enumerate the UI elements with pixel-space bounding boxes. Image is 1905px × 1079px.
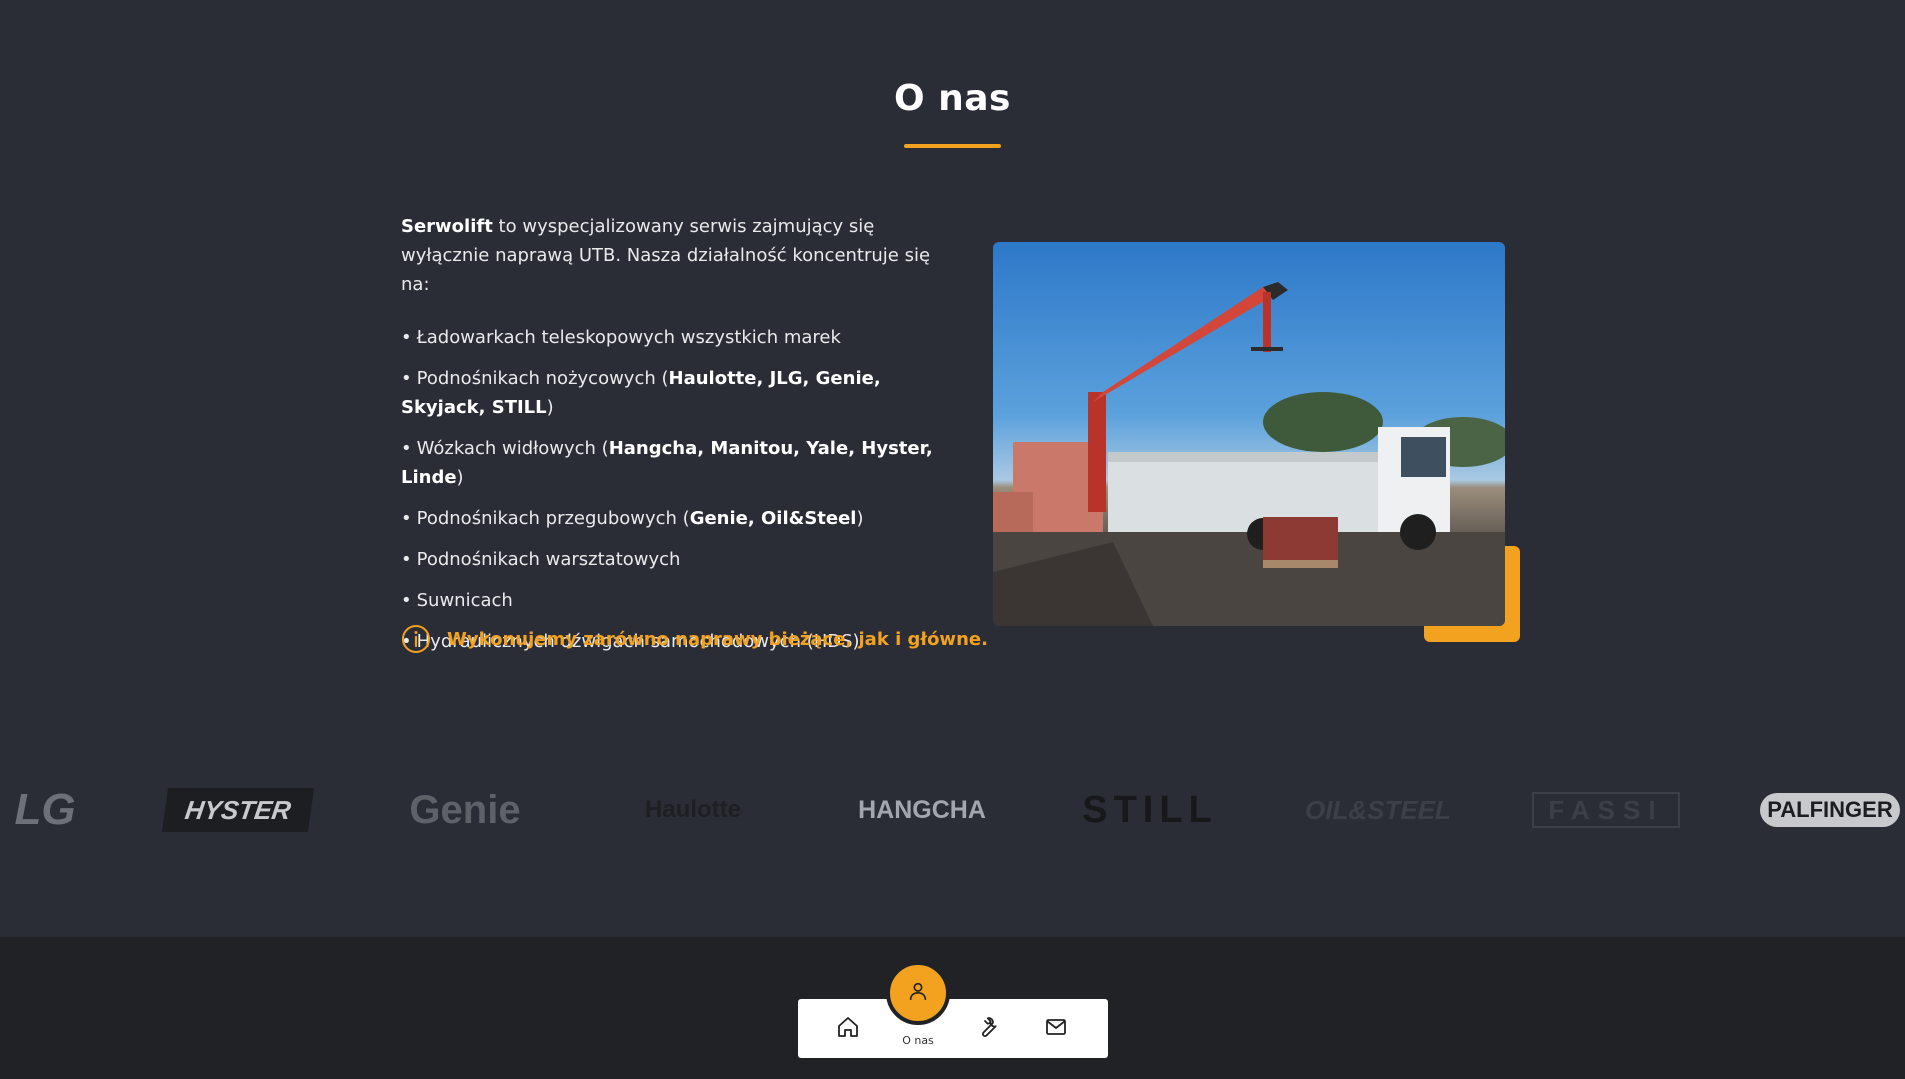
about-text: Serwolift to wyspecjalizowany serwis zaj… xyxy=(401,212,941,668)
logo-still: STILL xyxy=(1082,788,1218,831)
logo-palfinger: PALFINGER xyxy=(1760,793,1900,827)
list-item: • Podnośnikach przegubowych (Genie, Oil&S… xyxy=(401,508,864,529)
logo-fassi: FASSI xyxy=(1532,792,1680,828)
crane-truck-photo xyxy=(993,242,1505,626)
mail-icon xyxy=(1044,1015,1068,1043)
notice: Wykonujemy zarówno naprawy bieżące, jak … xyxy=(401,624,988,654)
logo-hangcha: HANGCHA xyxy=(858,795,986,824)
wrench-icon xyxy=(976,1015,1000,1043)
notice-text: Wykonujemy zarówno naprawy bieżące, jak … xyxy=(447,628,988,650)
list-item: • Suwnicach xyxy=(401,590,513,611)
logo-jlg: LG xyxy=(14,785,76,834)
list-item: • Podnośnikach warsztatowych xyxy=(401,549,681,570)
about-page: O nas Serwolift to wyspecjalizowany serw… xyxy=(0,0,1905,1079)
nav-services[interactable] xyxy=(958,999,1018,1058)
list-item: • Podnośnikach nożycowych (Haulotte, JLG,… xyxy=(401,368,881,418)
nav-home[interactable] xyxy=(818,999,878,1058)
brand-logos-strip: LG HYSTER Genie Haulotte HANGCHA STILL O… xyxy=(0,770,1905,850)
home-icon xyxy=(836,1015,860,1043)
service-list: • Ładowarkach teleskopowych wszystkich ma… xyxy=(401,323,941,656)
list-item: • Ładowarkach teleskopowych wszystkich ma… xyxy=(401,327,841,348)
logo-hyster: HYSTER xyxy=(161,788,315,832)
info-icon xyxy=(401,624,431,654)
nav-about-active[interactable] xyxy=(886,961,950,1025)
bottom-nav xyxy=(798,999,1108,1058)
user-icon xyxy=(907,980,929,1006)
section-title: O nas xyxy=(894,78,1011,119)
logo-oil-steel: OIL&STEEL xyxy=(1305,794,1451,825)
nav-contact[interactable] xyxy=(1026,999,1086,1058)
brand-name: Serwolift xyxy=(401,216,493,237)
logo-genie: Genie xyxy=(409,787,521,832)
title-underline xyxy=(904,144,1001,148)
list-item: • Wózkach widłowych (Hangcha, Manitou, Ya… xyxy=(401,438,933,488)
about-intro: Serwolift to wyspecjalizowany serwis zaj… xyxy=(401,212,941,299)
logo-haulotte: Haulotte xyxy=(645,796,741,823)
nav-about-label: O nas xyxy=(902,1034,934,1047)
